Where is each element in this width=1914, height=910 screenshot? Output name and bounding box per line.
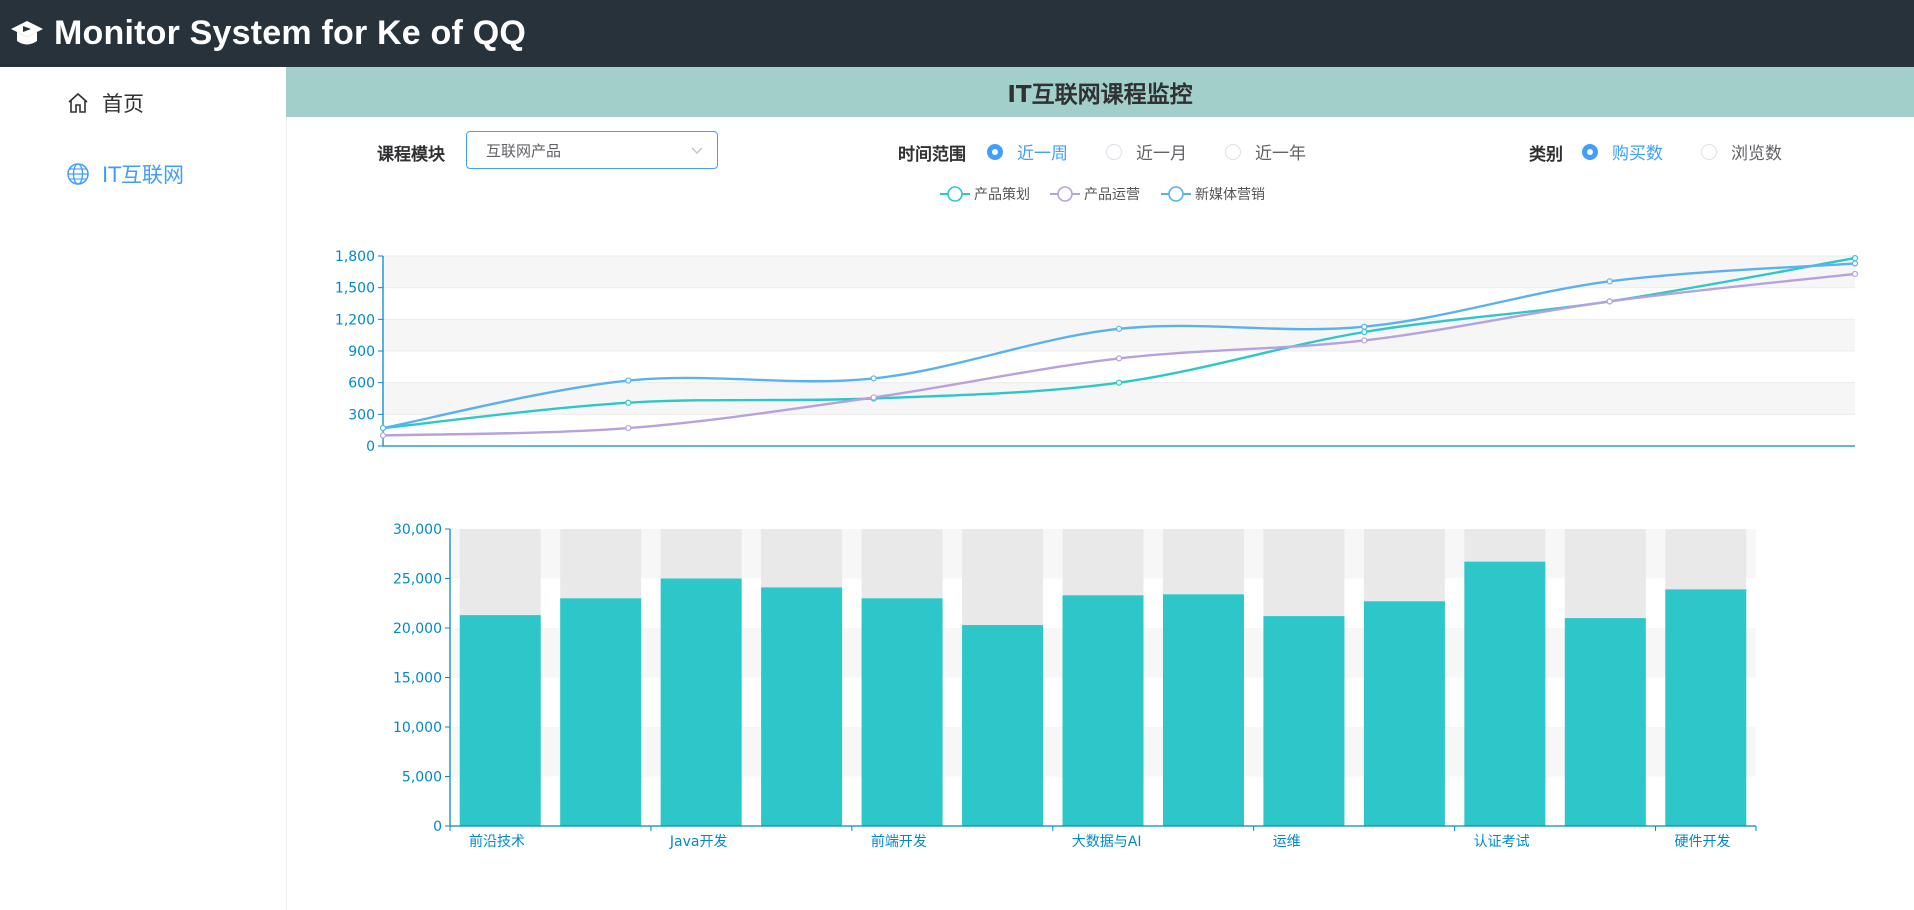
radio-label: 浏览数 bbox=[1731, 144, 1782, 164]
module-select-value: 互联网产品 bbox=[486, 141, 562, 160]
radio-dot bbox=[1582, 143, 1598, 160]
globe-icon bbox=[67, 163, 89, 185]
time-range-label: 时间范围 bbox=[898, 145, 966, 165]
type-label: 类别 bbox=[1529, 145, 1563, 165]
radio-time-week[interactable]: 近一周 bbox=[987, 139, 1068, 164]
home-icon bbox=[68, 92, 88, 113]
radio-label: 近一年 bbox=[1255, 144, 1306, 164]
radio-time-month[interactable]: 近一月 bbox=[1106, 139, 1187, 164]
radio-dot bbox=[1701, 143, 1717, 160]
page-header: IT互联网课程监控 bbox=[286, 67, 1914, 117]
chevron-down-icon bbox=[691, 147, 703, 154]
app-title: Monitor System for Ke of QQ bbox=[54, 14, 526, 52]
radio-dot bbox=[987, 143, 1003, 160]
page-title: IT互联网课程监控 bbox=[1007, 82, 1193, 108]
radio-type-views[interactable]: 浏览数 bbox=[1701, 139, 1782, 164]
radio-label: 近一周 bbox=[1017, 144, 1068, 164]
sidebar-item-label: IT互联网 bbox=[102, 163, 185, 187]
radio-time-year[interactable]: 近一年 bbox=[1225, 139, 1306, 164]
module-select[interactable]: 互联网产品 bbox=[466, 131, 718, 169]
top-bar: Monitor System for Ke of QQ bbox=[0, 0, 1914, 67]
radio-dot bbox=[1225, 143, 1241, 160]
radio-type-purchase[interactable]: 购买数 bbox=[1582, 139, 1663, 164]
sidebar: 首页 IT互联网 bbox=[0, 67, 287, 910]
main-content: IT互联网课程监控 课程模块 互联网产品 时间范围 近一周 近一月 近一年 类别… bbox=[286, 67, 1914, 910]
graduation-cap-icon bbox=[11, 20, 43, 44]
radio-dot bbox=[1106, 143, 1122, 160]
module-label: 课程模块 bbox=[377, 145, 445, 165]
sidebar-item-home[interactable]: 首页 bbox=[66, 88, 144, 118]
sidebar-item-it[interactable]: IT互联网 bbox=[66, 159, 184, 189]
radio-label: 购买数 bbox=[1612, 144, 1663, 164]
radio-label: 近一月 bbox=[1136, 144, 1187, 164]
sidebar-item-label: 首页 bbox=[102, 92, 144, 116]
